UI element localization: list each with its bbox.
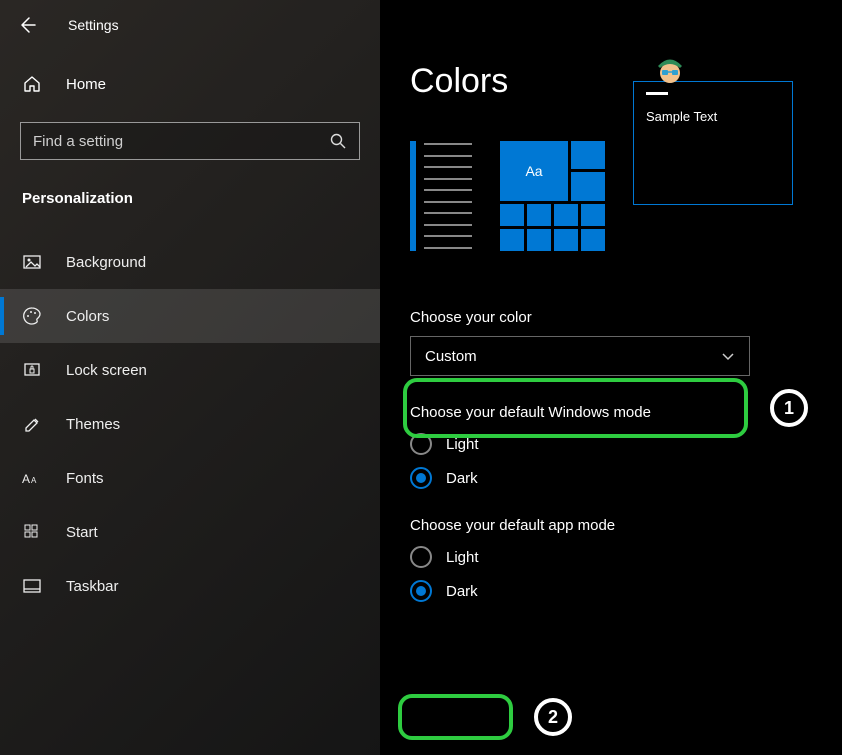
app-mode-dark[interactable]: Dark [410, 580, 750, 602]
home-icon [22, 74, 42, 94]
radio-label: Light [446, 549, 479, 566]
radio-icon [410, 467, 432, 489]
nav-fonts[interactable]: AA Fonts [0, 451, 380, 505]
preview-tiles: Aa [500, 141, 605, 251]
windows-mode-label: Choose your default Windows mode [410, 404, 750, 421]
choose-color-dropdown[interactable]: Custom [410, 336, 750, 376]
nav-item-label: Start [66, 524, 98, 541]
mascot-icon [650, 48, 690, 88]
nav-item-label: Themes [66, 416, 120, 433]
settings-sidebar: Settings Home Personalization Background [0, 0, 380, 755]
radio-label: Dark [446, 583, 478, 600]
radio-icon [410, 580, 432, 602]
back-arrow-icon [17, 15, 37, 35]
radio-label: Light [446, 436, 479, 453]
window-header: Settings [0, 0, 380, 40]
nav-list: Background Colors Lock screen Themes AA … [0, 235, 380, 613]
taskbar-icon [22, 576, 42, 596]
radio-icon [410, 433, 432, 455]
main-panel: Colors Aa Sample Text [380, 0, 842, 755]
svg-text:A: A [31, 476, 37, 485]
annotation-callout-2: 2 [534, 698, 572, 736]
home-label: Home [66, 76, 106, 93]
preview-window: Sample Text [633, 81, 793, 205]
start-icon [22, 522, 42, 542]
nav-item-label: Colors [66, 308, 109, 325]
app-mode-light[interactable]: Light [410, 546, 750, 568]
choose-color-label: Choose your color [410, 309, 750, 326]
radio-label: Dark [446, 470, 478, 487]
app-mode-label: Choose your default app mode [410, 517, 750, 534]
nav-taskbar[interactable]: Taskbar [0, 559, 380, 613]
picture-icon [22, 252, 42, 272]
sample-text: Sample Text [646, 109, 780, 124]
annotation-highlight-2 [398, 694, 513, 740]
fonts-icon: AA [22, 468, 42, 488]
nav-colors[interactable]: Colors [0, 289, 380, 343]
nav-item-label: Lock screen [66, 362, 147, 379]
windows-mode-dark[interactable]: Dark [410, 467, 750, 489]
themes-icon [22, 414, 42, 434]
nav-item-label: Taskbar [66, 578, 119, 595]
palette-icon [22, 306, 42, 326]
nav-item-label: Background [66, 254, 146, 271]
back-button[interactable] [16, 14, 38, 36]
radio-icon [410, 546, 432, 568]
nav-start[interactable]: Start [0, 505, 380, 559]
search-input[interactable] [33, 133, 329, 150]
nav-item-label: Fonts [66, 470, 104, 487]
annotation-callout-1: 1 [770, 389, 808, 427]
category-title: Personalization [0, 160, 380, 207]
nav-themes[interactable]: Themes [0, 397, 380, 451]
choose-color-value: Custom [425, 348, 477, 365]
preview-tile-text: Aa [500, 141, 568, 201]
window-title: Settings [68, 17, 119, 33]
nav-lock-screen[interactable]: Lock screen [0, 343, 380, 397]
nav-background[interactable]: Background [0, 235, 380, 289]
color-previews: Aa Sample Text [410, 141, 842, 251]
search-box[interactable] [20, 122, 360, 160]
preview-start-accent [410, 141, 472, 251]
chevron-down-icon [721, 349, 735, 363]
search-icon [329, 132, 347, 150]
windows-mode-light[interactable]: Light [410, 433, 750, 455]
lock-screen-icon [22, 360, 42, 380]
home-link[interactable]: Home [0, 40, 380, 100]
svg-text:A: A [22, 472, 30, 486]
